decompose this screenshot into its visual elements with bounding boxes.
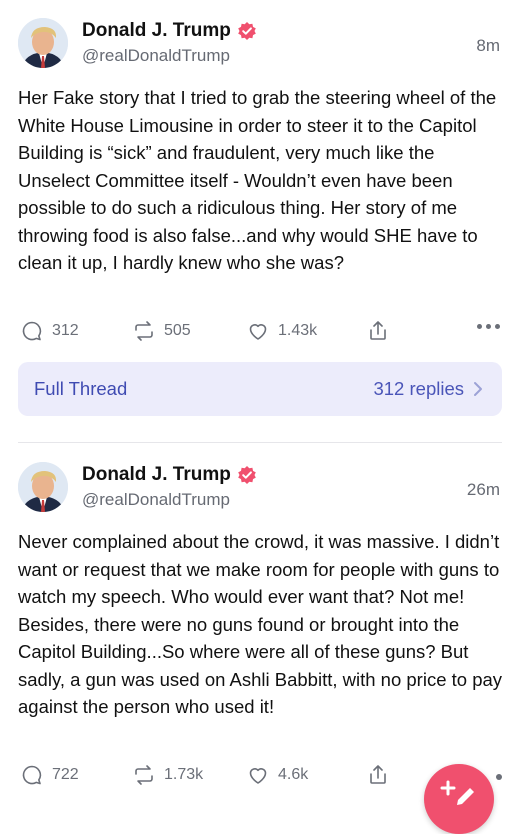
- like-count: 4.6k: [278, 766, 309, 783]
- post-timestamp: 8m: [476, 36, 500, 55]
- reply-icon: [22, 321, 42, 341]
- reply-count: 722: [52, 766, 79, 783]
- compose-button[interactable]: [424, 764, 494, 834]
- more-icon[interactable]: [477, 324, 500, 329]
- author-name[interactable]: Donald J. Trump: [82, 464, 231, 486]
- chevron-right-icon: [474, 382, 482, 396]
- repost-icon: [135, 765, 153, 785]
- full-thread-label[interactable]: Full Thread: [34, 378, 127, 400]
- verified-badge-icon: [238, 466, 256, 484]
- post-text: Never complained about the crowd, it was…: [18, 531, 503, 717]
- like-icon: [249, 768, 267, 784]
- share-icon: [370, 765, 386, 784]
- verified-badge-icon: [238, 22, 256, 40]
- share-button[interactable]: [366, 763, 426, 787]
- like-icon: [249, 324, 267, 340]
- thread-replies[interactable]: 312 replies: [373, 378, 484, 400]
- post-actions: 312 505 1.43k: [20, 316, 500, 346]
- reply-icon: [22, 765, 42, 785]
- repost-count: 505: [164, 322, 191, 339]
- full-thread-bar[interactable]: Full Thread 312 replies: [18, 362, 502, 416]
- author-row: Donald J. Trump: [82, 464, 257, 486]
- repost-button[interactable]: 505: [132, 319, 246, 343]
- repost-icon: [135, 321, 153, 341]
- author-handle[interactable]: @realDonaldTrump: [82, 46, 230, 66]
- reply-count: 312: [52, 322, 79, 339]
- share-icon: [370, 321, 386, 340]
- like-button[interactable]: 4.6k: [246, 763, 366, 787]
- reply-button[interactable]: 312: [20, 319, 132, 343]
- post-divider: [18, 442, 502, 443]
- avatar[interactable]: [18, 18, 68, 68]
- author-name[interactable]: Donald J. Trump: [82, 20, 231, 42]
- post-text: Her Fake story that I tried to grab the …: [18, 87, 497, 273]
- repost-count: 1.73k: [164, 766, 204, 783]
- post-timestamp: 26m: [466, 480, 500, 499]
- thread-replies-count: 312 replies: [373, 378, 464, 399]
- more-icon[interactable]: [496, 774, 502, 780]
- compose-icon: [440, 780, 474, 805]
- reply-button[interactable]: 722: [20, 763, 132, 787]
- share-button[interactable]: [366, 319, 426, 343]
- author-handle[interactable]: @realDonaldTrump: [82, 490, 230, 510]
- like-count: 1.43k: [278, 322, 318, 339]
- author-row: Donald J. Trump: [82, 20, 257, 42]
- like-button[interactable]: 1.43k: [246, 319, 366, 343]
- avatar[interactable]: [18, 462, 68, 512]
- repost-button[interactable]: 1.73k: [132, 763, 246, 787]
